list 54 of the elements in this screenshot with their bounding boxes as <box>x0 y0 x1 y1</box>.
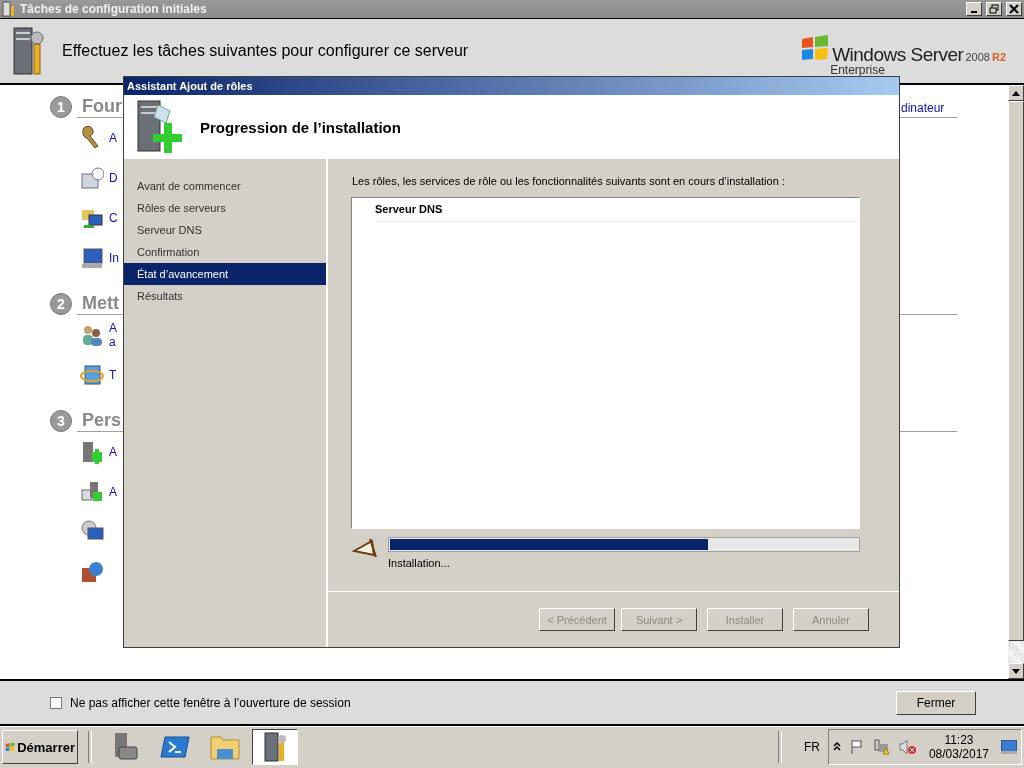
wizard-step[interactable]: État d’avancement <box>124 263 326 285</box>
task-link[interactable]: dinateur <box>901 99 957 117</box>
server-plus-icon <box>80 440 104 464</box>
close-button[interactable] <box>1006 2 1022 16</box>
scroll-down-icon[interactable] <box>1012 668 1020 674</box>
globe-window-icon <box>80 363 104 387</box>
server-wrench-icon <box>12 26 46 76</box>
logo-edition: Enterprise <box>830 63 886 77</box>
step-number: 1 <box>50 95 72 118</box>
task-link[interactable]: A <box>109 131 117 145</box>
page-heading: Effectuez les tâches suivantes pour configurer ce serveur <box>62 42 470 60</box>
window-title: Tâches de configuration initiales <box>20 2 208 16</box>
show-desktop-icon[interactable] <box>1001 740 1017 754</box>
description-text: Les rôles, les services de rôle ou les fonctionnalités suivants sont en cours d’installation : <box>352 175 785 187</box>
task-link[interactable]: A <box>109 445 117 459</box>
minimize-icon <box>971 11 977 13</box>
taskbar-app[interactable] <box>252 729 298 765</box>
language-indicator[interactable]: FR <box>803 740 820 754</box>
progress-status: Installation... <box>388 557 451 569</box>
task-link[interactable]: A a <box>109 321 117 349</box>
step-number: 3 <box>50 409 72 432</box>
task-link[interactable]: D <box>109 171 118 185</box>
task-link[interactable]: T <box>109 368 117 382</box>
wizard-step[interactable]: Résultats <box>124 285 326 307</box>
dialog-title: Assistant Ajout de rôles <box>127 80 253 92</box>
logo-product: Windows Server <box>832 44 964 65</box>
flag-icon[interactable] <box>848 739 865 755</box>
people-icon <box>80 323 104 347</box>
close-button[interactable]: Fermer <box>896 690 976 715</box>
task-link[interactable]: C <box>109 211 118 225</box>
speaker-muted-icon[interactable] <box>898 739 917 755</box>
restore-button[interactable] <box>986 2 1002 16</box>
logo-version: 2008 <box>965 51 990 63</box>
windows-flag-icon <box>800 35 831 61</box>
clock[interactable]: 11:23 08/03/2017 <box>928 733 989 761</box>
server-plus-icon <box>134 99 182 155</box>
wizard-step[interactable]: Rôles de serveurs <box>124 197 326 219</box>
logo-release: R2 <box>991 51 1006 63</box>
minimize-button[interactable] <box>966 2 982 16</box>
checkbox-label: Ne pas afficher cette fenêtre à l’ouverture de session <box>70 695 352 710</box>
wizard-step[interactable]: Avant de commencer <box>124 175 326 197</box>
chevron-up-icon[interactable] <box>832 742 841 752</box>
scroll-up-icon[interactable] <box>1012 90 1020 96</box>
checkbox[interactable] <box>50 696 62 709</box>
task-link[interactable]: In <box>109 251 119 265</box>
task-link[interactable]: A <box>109 485 117 499</box>
list-item: Serveur DNS <box>375 203 443 215</box>
monitor-icon <box>80 246 104 270</box>
server-plus-icon <box>80 480 104 504</box>
wizard-step[interactable]: Serveur DNS <box>124 219 326 241</box>
step-number: 2 <box>50 292 72 315</box>
wizard-step[interactable]: Confirmation <box>124 241 326 263</box>
dialog-heading: Progression de l’installation <box>200 118 401 136</box>
start-button[interactable]: Démarrer <box>2 730 78 764</box>
